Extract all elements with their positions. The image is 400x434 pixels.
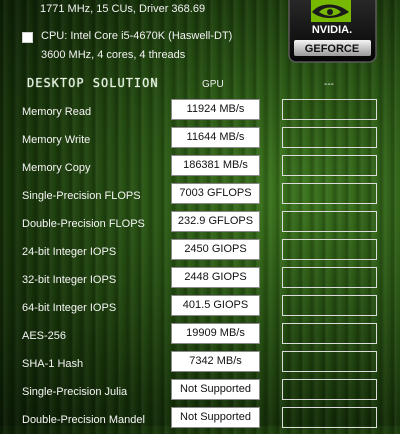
nvidia-eye-icon [311, 0, 351, 22]
result-value-empty [282, 267, 377, 288]
cpu-checkbox[interactable] [22, 32, 33, 43]
result-row-double-precision-flops: Double-Precision FLOPS 232.9 GFLOPS [22, 210, 382, 238]
result-value-empty [282, 407, 377, 428]
result-value-empty [282, 99, 377, 120]
result-label: SHA-1 Hash [22, 358, 84, 370]
results-list: Memory Read 11924 MB/s Memory Write 1164… [22, 98, 382, 434]
result-label: 24-bit Integer IOPS [22, 246, 117, 258]
result-label: Single-Precision FLOPS [22, 190, 141, 202]
cpu-details: 3600 MHz, 4 cores, 4 threads [41, 49, 186, 61]
result-row-64bit-integer-iops: 64-bit Integer IOPS 401.5 GIOPS [22, 294, 382, 322]
result-value-empty [282, 239, 377, 260]
result-value: 2450 GIOPS [171, 239, 260, 260]
logo-product-text: GEFORCE [305, 43, 359, 55]
gpu-info-text: 1771 MHz, 15 CUs, Driver 368.69 [40, 3, 206, 15]
result-value-empty [282, 127, 377, 148]
logo-brand-text: NVIDIA. [312, 24, 352, 36]
result-row-single-precision-flops: Single-Precision FLOPS 7003 GFLOPS [22, 182, 382, 210]
result-value: 7003 GFLOPS [171, 183, 260, 204]
result-value-empty [282, 323, 377, 344]
result-value-empty [282, 155, 377, 176]
result-value: 232.9 GFLOPS [171, 211, 260, 232]
result-row-24bit-integer-iops: 24-bit Integer IOPS 2450 GIOPS [22, 238, 382, 266]
result-value-empty [282, 295, 377, 316]
result-value-empty [282, 351, 377, 372]
result-value: 19909 MB/s [171, 323, 260, 344]
column-header-other: --- [324, 79, 334, 90]
result-value-empty [282, 211, 377, 232]
result-label: AES-256 [22, 330, 67, 342]
result-value-empty [282, 183, 377, 204]
result-label: Memory Copy [22, 162, 91, 174]
result-row-sha1-hash: SHA-1 Hash 7342 MB/s [22, 350, 382, 378]
result-label: Double-Precision Mandel [22, 414, 145, 426]
result-value: Not Supported [171, 379, 260, 400]
result-value: 186381 MB/s [171, 155, 260, 176]
result-value: 7342 MB/s [171, 351, 260, 372]
cpu-info: CPU: Intel Core i5-4670K (Haswell-DT) 36… [41, 27, 232, 65]
cpu-name: CPU: Intel Core i5-4670K (Haswell-DT) [41, 30, 233, 42]
nvidia-geforce-logo: NVIDIA. GEFORCE [288, 0, 377, 63]
result-value: 2448 GIOPS [171, 267, 260, 288]
cpu-selector: CPU: Intel Core i5-4670K (Haswell-DT) 36… [22, 30, 232, 65]
result-row-32bit-integer-iops: 32-bit Integer IOPS 2448 GIOPS [22, 266, 382, 294]
result-label: Double-Precision FLOPS [22, 218, 145, 230]
result-value: Not Supported [171, 407, 260, 428]
results-header: DESKTOP SOLUTION GPU --- [24, 76, 384, 94]
result-row-memory-write: Memory Write 11644 MB/s [22, 126, 382, 154]
result-row-double-precision-mandel: Double-Precision Mandel Not Supported [22, 406, 382, 434]
result-value: 11644 MB/s [171, 127, 260, 148]
result-row-memory-read: Memory Read 11924 MB/s [22, 98, 382, 126]
result-row-aes-256: AES-256 19909 MB/s [22, 322, 382, 350]
result-label: Single-Precision Julia [22, 386, 128, 398]
result-value: 401.5 GIOPS [171, 295, 260, 316]
column-header-gpu: GPU [202, 79, 224, 90]
result-row-memory-copy: Memory Copy 186381 MB/s [22, 154, 382, 182]
result-value-empty [282, 379, 377, 400]
result-value: 11924 MB/s [171, 99, 260, 120]
result-label: 32-bit Integer IOPS [22, 274, 117, 286]
result-label: Memory Write [22, 134, 91, 146]
result-label: Memory Read [22, 106, 92, 118]
section-title: DESKTOP SOLUTION [27, 76, 159, 90]
result-label: 64-bit Integer IOPS [22, 302, 117, 314]
result-row-single-precision-julia: Single-Precision Julia Not Supported [22, 378, 382, 406]
